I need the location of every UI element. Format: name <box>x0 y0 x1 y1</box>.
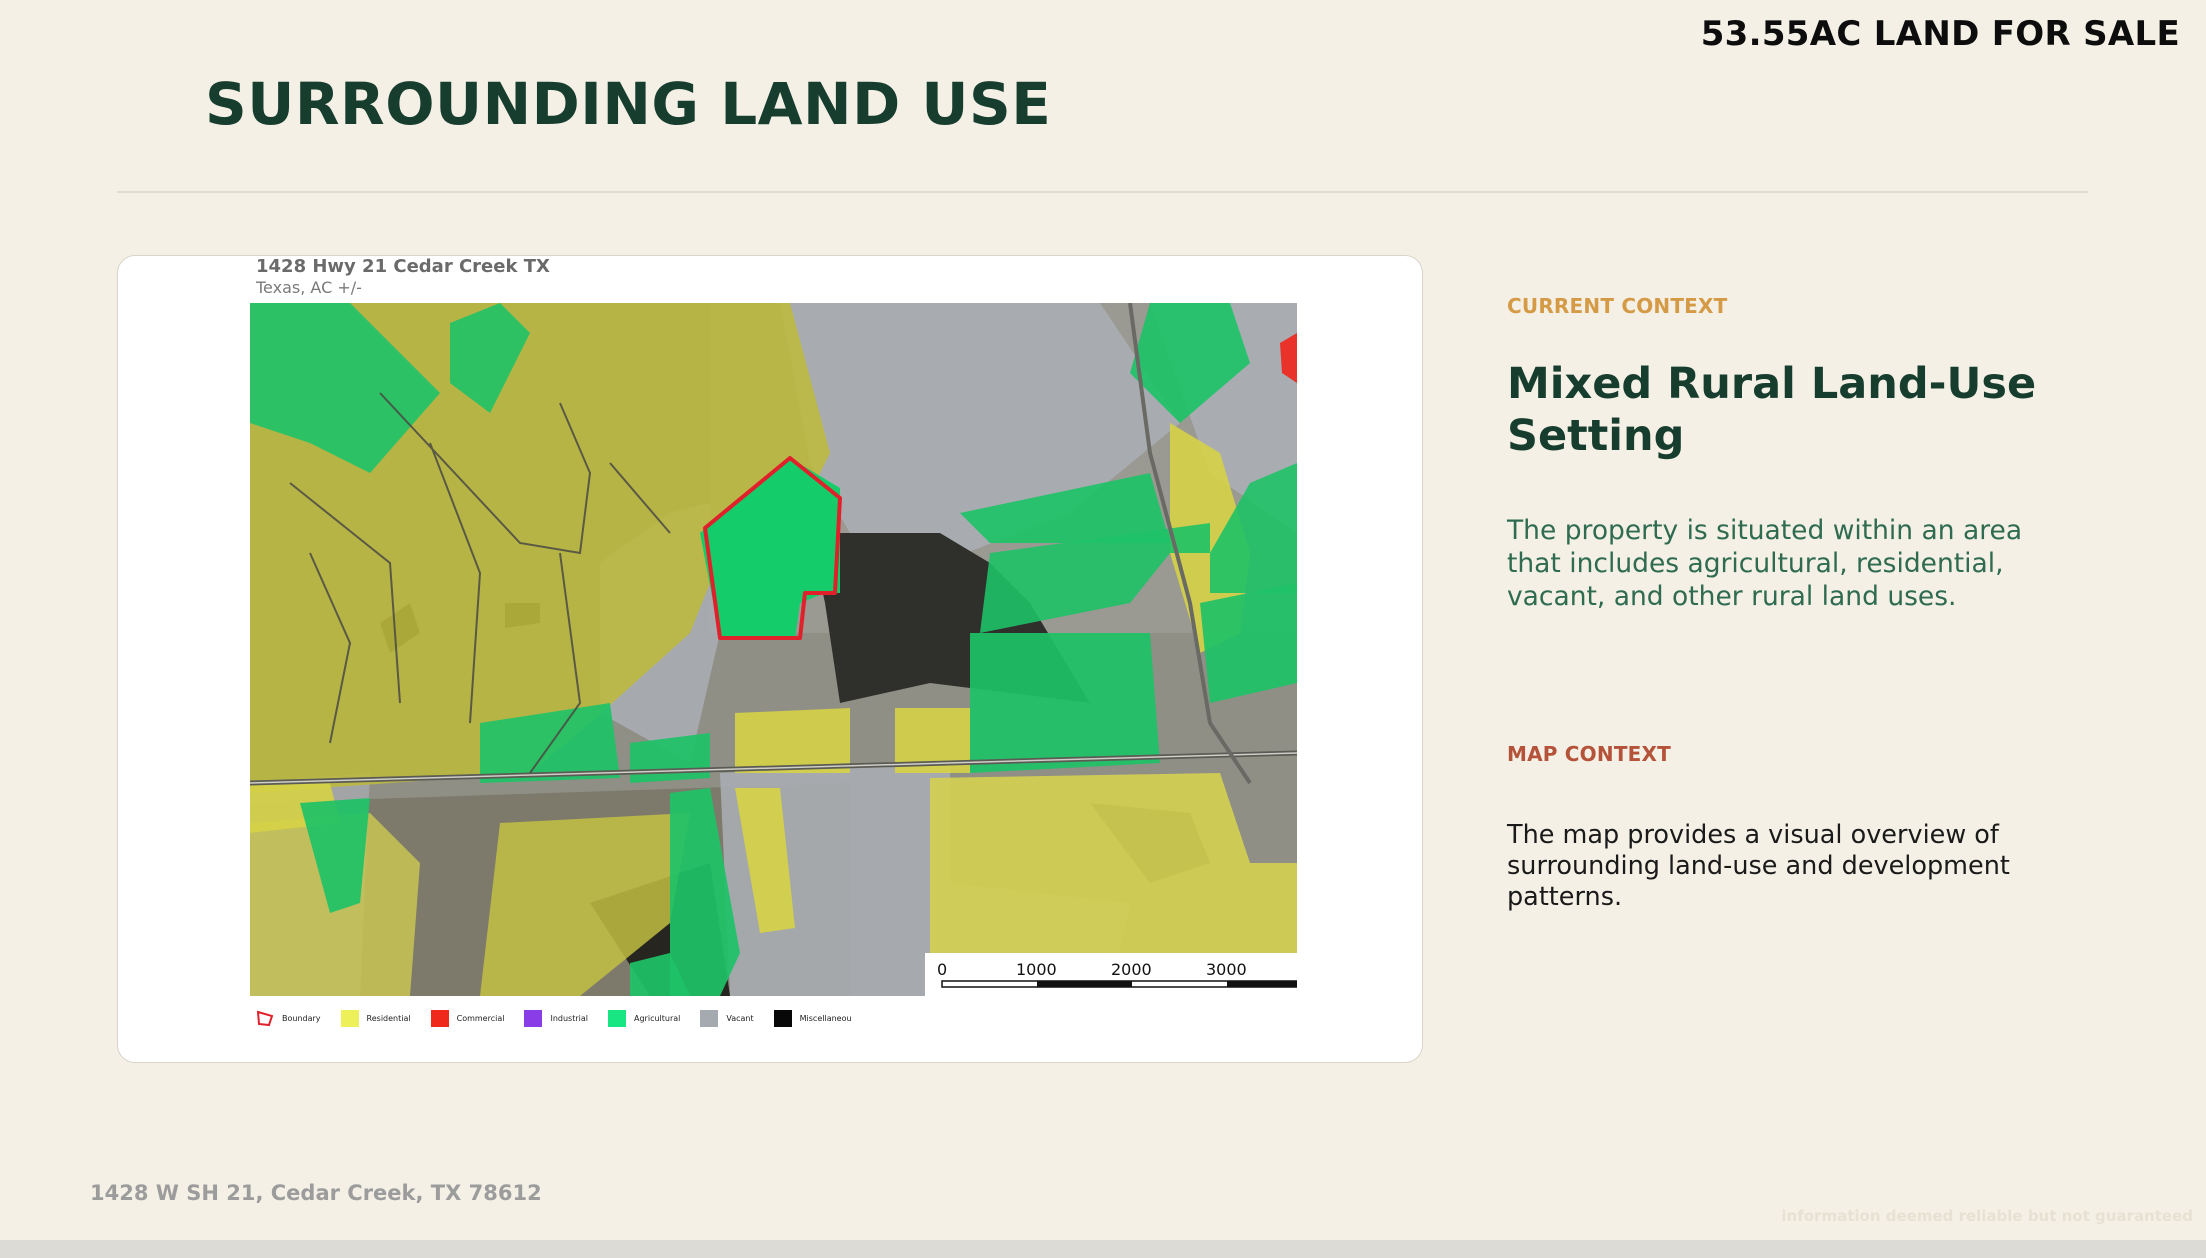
map-caption-title: 1428 Hwy 21 Cedar Creek TX <box>256 256 550 277</box>
map-caption-subtitle: Texas, AC +/- <box>256 278 362 297</box>
map-context-label: MAP CONTEXT <box>1507 742 1671 766</box>
scale-label: 2000 <box>1111 960 1152 979</box>
map-context-body: The map provides a visual overview of su… <box>1507 820 2010 912</box>
legend-label: Industrial <box>550 1013 588 1023</box>
miscellaneous-swatch <box>773 1009 792 1027</box>
vacant-swatch <box>700 1009 719 1027</box>
agricultural-swatch <box>608 1009 626 1027</box>
current-context-label: CURRENT CONTEXT <box>1507 294 1728 318</box>
legend-item-residential: Residential <box>340 1009 411 1027</box>
commercial-swatch <box>430 1009 449 1027</box>
bottom-bar <box>0 1240 2206 1258</box>
page-title: SURROUNDING LAND USE <box>205 70 1052 138</box>
map-legend: Boundary Residential Commercial Industri… <box>256 1007 872 1029</box>
legend-item-miscellaneous: Miscellaneou <box>773 1009 852 1027</box>
footer-disclaimer: information deemed reliable but not guar… <box>1781 1207 2193 1225</box>
current-context-body: The property is situated within an area … <box>1507 515 2023 612</box>
legend-item-vacant: Vacant <box>700 1009 754 1027</box>
industrial-swatch <box>524 1009 543 1027</box>
land-use-map-graphic: 0 1000 2000 3000 <box>250 303 1297 996</box>
listing-title: 53.55AC LAND FOR SALE <box>1700 14 2180 54</box>
legend-item-boundary: Boundary <box>256 1010 321 1027</box>
scale-label: 1000 <box>1016 960 1057 979</box>
side-heading: Mixed Rural Land-Use Setting <box>1507 359 2037 461</box>
scale-label: 0 <box>937 960 947 979</box>
legend-label: Residential <box>366 1013 411 1023</box>
legend-item-agricultural: Agricultural <box>608 1009 681 1027</box>
header-divider <box>117 191 2088 193</box>
legend-label: Agricultural <box>634 1013 681 1023</box>
legend-label: Vacant <box>726 1013 754 1023</box>
legend-label: Commercial <box>456 1013 505 1023</box>
footer-address: 1428 W SH 21, Cedar Creek, TX 78612 <box>90 1181 542 1205</box>
legend-item-commercial: Commercial <box>430 1009 505 1027</box>
legend-item-industrial: Industrial <box>524 1009 588 1027</box>
scale-label: 3000 <box>1206 960 1247 979</box>
legend-label: Boundary <box>282 1013 321 1023</box>
map-card: 1428 Hwy 21 Cedar Creek TX Texas, AC +/- <box>117 255 1423 1063</box>
boundary-swatch <box>256 1010 274 1026</box>
legend-label: Miscellaneou <box>799 1013 852 1023</box>
land-use-map[interactable]: 0 1000 2000 3000 <box>250 303 1297 996</box>
residential-swatch <box>340 1009 359 1027</box>
